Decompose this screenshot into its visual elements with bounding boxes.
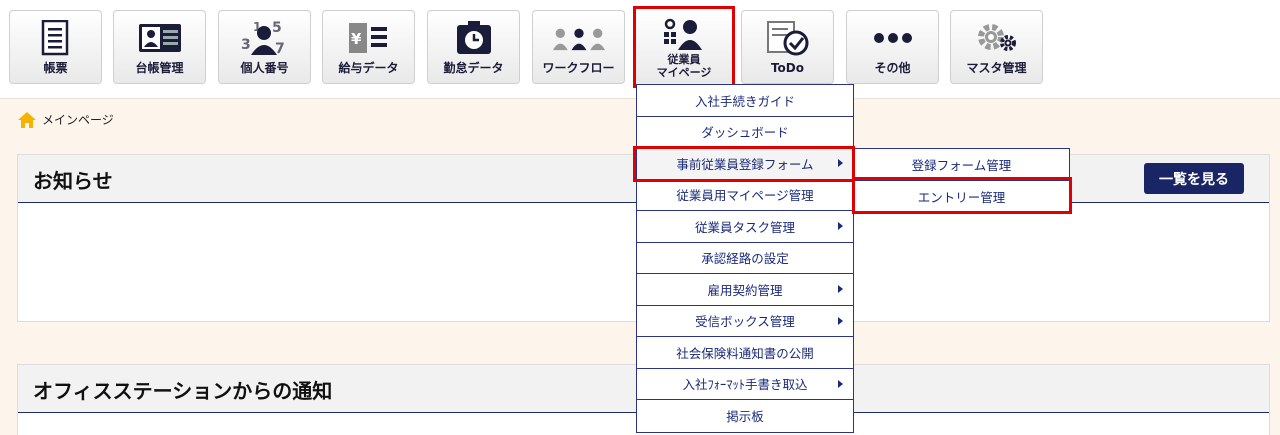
menu-item-approval-route[interactable]: 承認経路の設定 <box>637 243 853 274</box>
menu-item-label: ダッシュボード <box>701 125 789 141</box>
menu-item-employment-contract[interactable]: 雇用契約管理 <box>637 274 853 306</box>
toolbar-label: ToDo <box>770 61 805 75</box>
toolbar-button-ledger[interactable]: 台帳管理 <box>113 10 206 84</box>
more-dots-icon <box>865 19 921 57</box>
menu-item-dashboard[interactable]: ダッシュボード <box>637 117 853 148</box>
breadcrumb-current[interactable]: メインページ <box>42 111 114 128</box>
menu-item-social-insurance-notice[interactable]: 社会保険料通知書の公開 <box>637 337 853 369</box>
toolbar-label: マスタ管理 <box>966 61 1027 75</box>
menu-item-inbox-admin[interactable]: 受信ボックス管理 <box>637 306 853 337</box>
svg-text:5: 5 <box>272 20 282 36</box>
toolbar-button-attendance[interactable]: 勤怠データ <box>427 10 520 84</box>
toolbar-label: 帳票 <box>43 61 68 75</box>
payroll-icon: ¥ <box>341 19 397 57</box>
toolbar-button-master[interactable]: マスタ管理 <box>950 10 1043 84</box>
toolbar-button-payroll[interactable]: ¥ 給与データ <box>322 10 415 84</box>
document-list-icon <box>28 19 84 57</box>
submenu-arrow-icon <box>838 285 843 294</box>
submenu-item-label: 登録フォーム管理 <box>911 157 1012 173</box>
submenu-item-entry-management[interactable]: エントリー管理 <box>854 181 1069 213</box>
toolbar-button-other[interactable]: その他 <box>846 10 939 84</box>
svg-text:¥: ¥ <box>351 30 362 48</box>
toolbar-label-line2: マイページ <box>656 66 712 79</box>
notices-title: お知らせ <box>33 169 113 193</box>
todo-check-icon <box>760 19 816 57</box>
toolbar-button-employee-mypage[interactable]: 従業員 マイページ <box>633 6 735 88</box>
employee-mypage-menu: 入社手続きガイド ダッシュボード 事前従業員登録フォーム 従業員用マイページ管理… <box>636 84 854 433</box>
toolbar-button-forms[interactable]: 帳票 <box>9 10 102 84</box>
menu-item-label: 従業員用マイページ管理 <box>676 188 814 204</box>
menu-item-employee-task-admin[interactable]: 従業員タスク管理 <box>637 211 853 243</box>
menu-item-label: 受信ボックス管理 <box>695 314 795 330</box>
pre-registration-submenu: 登録フォーム管理 エントリー管理 <box>853 148 1070 213</box>
menu-item-pre-registration-form[interactable]: 事前従業員登録フォーム <box>637 148 853 180</box>
menu-item-label: 雇用契約管理 <box>707 282 783 298</box>
menu-item-label: 入社手続きガイド <box>694 93 795 109</box>
submenu-item-label: エントリー管理 <box>917 189 1006 205</box>
attendance-clock-icon <box>446 19 502 57</box>
menu-item-onboarding-guide[interactable]: 入社手続きガイド <box>637 85 853 117</box>
menu-item-handwritten-import[interactable]: 入社ﾌｫｰﾏｯﾄ手書き取込 <box>637 369 853 400</box>
toolbar-label: 従業員 マイページ <box>636 53 732 79</box>
toolbar-button-workflow[interactable]: ワークフロー <box>532 10 625 84</box>
toolbar-label-line1: 従業員 <box>667 53 701 66</box>
personal-number-icon: 3571 <box>237 19 293 57</box>
submenu-arrow-icon <box>838 159 843 168</box>
submenu-arrow-icon <box>838 222 843 231</box>
employee-mypage-icon <box>656 16 712 54</box>
menu-item-label: 承認経路の設定 <box>701 251 789 267</box>
toolbar-label: 勤怠データ <box>443 61 504 75</box>
gears-icon <box>969 19 1025 57</box>
menu-item-label: 掲示板 <box>726 409 764 425</box>
menu-item-label: 事前従業員登録フォーム <box>676 156 814 172</box>
menu-item-bulletin-board[interactable]: 掲示板 <box>637 400 853 432</box>
workflow-people-icon <box>551 19 607 57</box>
see-all-button[interactable]: 一覧を見る <box>1144 163 1244 194</box>
toolbar-label: 個人番号 <box>240 61 289 75</box>
menu-item-employee-mypage-admin[interactable]: 従業員用マイページ管理 <box>637 180 853 211</box>
breadcrumb: メインページ <box>18 111 114 128</box>
ledger-card-icon <box>132 19 188 57</box>
toolbar-label: その他 <box>874 61 911 75</box>
submenu-arrow-icon <box>838 379 843 388</box>
toolbar-button-personal-number[interactable]: 3571 個人番号 <box>218 10 311 84</box>
menu-item-label: 入社ﾌｫｰﾏｯﾄ手書き取込 <box>682 377 808 393</box>
toolbar-label: 台帳管理 <box>135 61 184 75</box>
toolbar-label: ワークフロー <box>542 61 615 75</box>
home-icon[interactable] <box>18 111 36 128</box>
submenu-arrow-icon <box>838 316 843 325</box>
office-notices-title: オフィスステーションからの通知 <box>33 379 333 403</box>
toolbar-button-todo[interactable]: ToDo <box>741 10 834 84</box>
toolbar-label: 給与データ <box>338 61 399 75</box>
menu-item-label: 従業員タスク管理 <box>694 219 795 235</box>
submenu-item-form-management[interactable]: 登録フォーム管理 <box>854 149 1069 181</box>
menu-item-label: 社会保険料通知書の公開 <box>676 345 814 361</box>
svg-text:3: 3 <box>241 37 251 53</box>
